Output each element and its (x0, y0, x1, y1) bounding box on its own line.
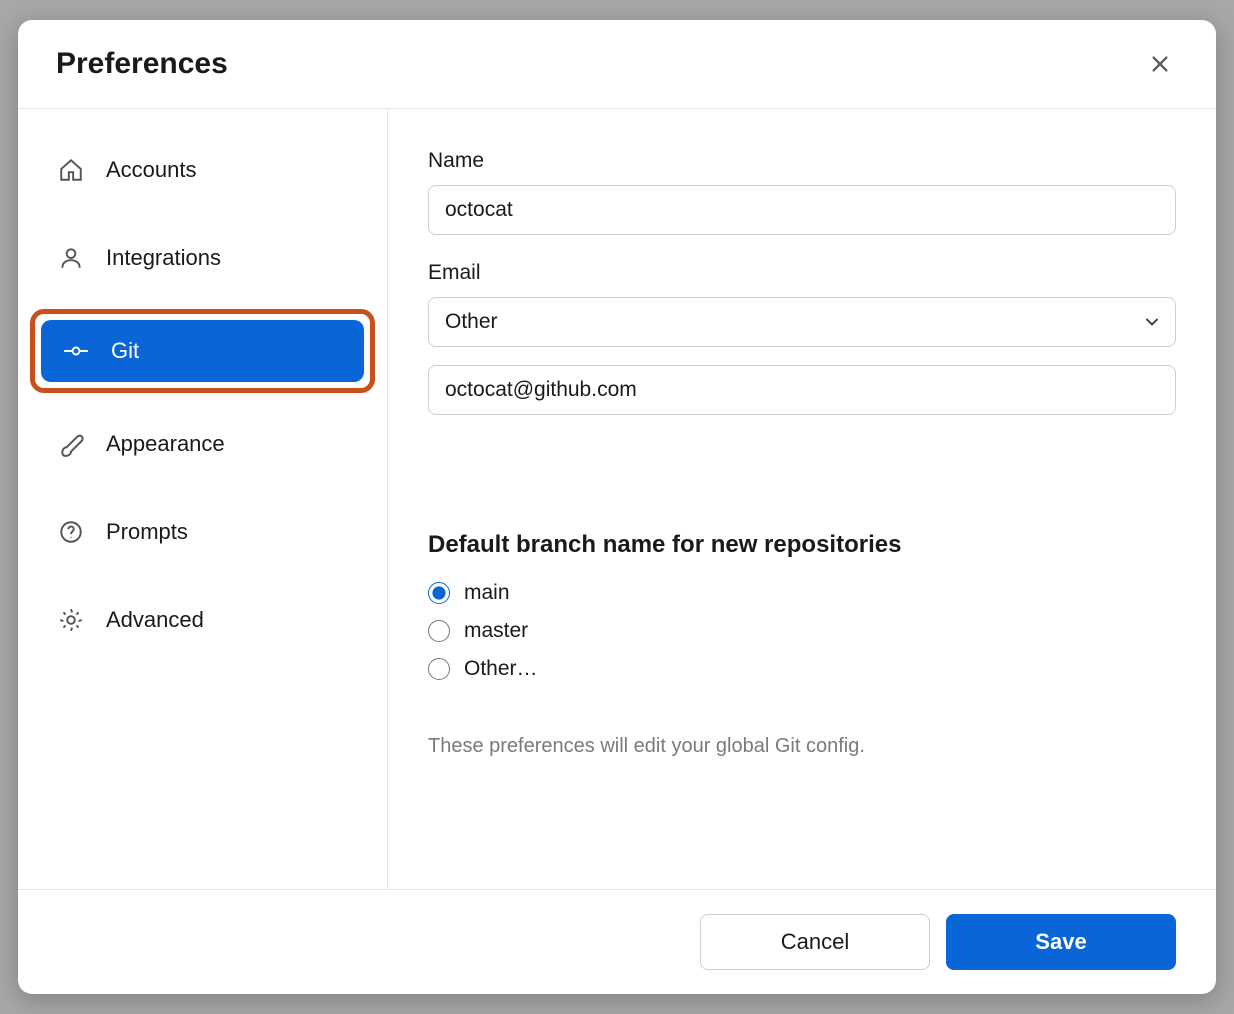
dialog-body: Accounts Integrations Git Appearance Pro… (18, 109, 1216, 889)
radio-master[interactable] (428, 620, 450, 642)
branch-option-main[interactable]: main (428, 581, 1176, 605)
question-circle-icon (58, 519, 84, 545)
sidebar-item-label: Appearance (106, 431, 225, 457)
sidebar-item-label: Accounts (106, 157, 197, 183)
sidebar-item-label: Git (111, 338, 139, 364)
git-commit-icon (63, 338, 89, 364)
sidebar-item-label: Advanced (106, 607, 204, 633)
close-icon (1149, 53, 1171, 75)
cancel-button[interactable]: Cancel (700, 914, 930, 970)
radio-label: main (464, 581, 510, 605)
git-settings-pane: Name Email Other Default branch name for… (388, 109, 1216, 889)
sidebar-highlight: Git (30, 309, 375, 393)
radio-main[interactable] (428, 582, 450, 604)
branch-option-master[interactable]: master (428, 619, 1176, 643)
save-button[interactable]: Save (946, 914, 1176, 970)
gear-icon (58, 607, 84, 633)
radio-other[interactable] (428, 658, 450, 680)
email-select[interactable]: Other (428, 297, 1176, 347)
sidebar-item-appearance[interactable]: Appearance (36, 413, 369, 475)
git-email-input[interactable] (428, 365, 1176, 415)
sidebar-item-label: Prompts (106, 519, 188, 545)
default-branch-heading: Default branch name for new repositories (428, 531, 1176, 559)
sidebar-item-advanced[interactable]: Advanced (36, 589, 369, 651)
branch-option-other[interactable]: Other… (428, 657, 1176, 681)
sidebar-item-integrations[interactable]: Integrations (36, 227, 369, 289)
sidebar-item-prompts[interactable]: Prompts (36, 501, 369, 563)
preferences-dialog: Preferences Accounts Integrations Git (18, 20, 1216, 994)
dialog-footer: Cancel Save (18, 889, 1216, 994)
radio-label: Other… (464, 657, 538, 681)
name-label: Name (428, 149, 1176, 173)
dialog-header: Preferences (18, 20, 1216, 109)
close-button[interactable] (1142, 46, 1178, 82)
git-name-input[interactable] (428, 185, 1176, 235)
sidebar-item-accounts[interactable]: Accounts (36, 139, 369, 201)
email-label: Email (428, 261, 1176, 285)
person-icon (58, 245, 84, 271)
dialog-title: Preferences (56, 47, 228, 81)
sidebar-item-label: Integrations (106, 245, 221, 271)
paintbrush-icon (58, 431, 84, 457)
preferences-sidebar: Accounts Integrations Git Appearance Pro… (18, 109, 388, 889)
sidebar-item-git[interactable]: Git (41, 320, 364, 382)
git-config-help-text: These preferences will edit your global … (428, 735, 1176, 758)
home-icon (58, 157, 84, 183)
radio-label: master (464, 619, 528, 643)
email-select-wrap: Other (428, 297, 1176, 347)
